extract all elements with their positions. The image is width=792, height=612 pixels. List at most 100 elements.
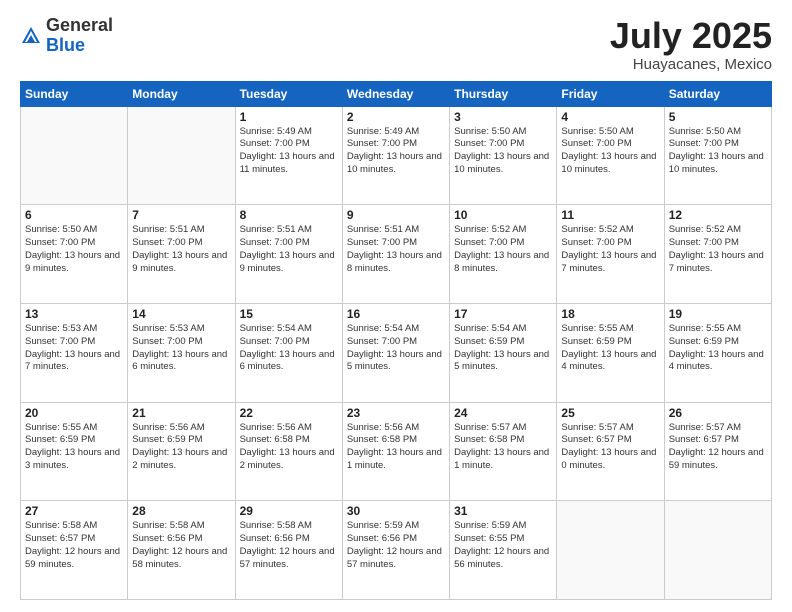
page: General Blue July 2025 Huayacanes, Mexic… [0, 0, 792, 612]
day-number: 2 [347, 110, 445, 124]
calendar-cell: 25Sunrise: 5:57 AM Sunset: 6:57 PM Dayli… [557, 402, 664, 501]
day-number: 6 [25, 208, 123, 222]
calendar-cell: 23 Sunrise: 5:56 AM Sunset: 6:58 PM Dayli… [342, 402, 449, 501]
calendar-week-5: 27 Sunrise: 5:58 AM Sunset: 6:57 PM Dayli… [21, 501, 772, 600]
col-saturday: Saturday [664, 81, 771, 106]
day-info: Sunrise: 5:55 AM Sunset: 6:59 PM Dayligh… [25, 422, 123, 473]
calendar-cell: 29 Sunrise: 5:58 AM Sunset: 6:56 PM Dayli… [235, 501, 342, 600]
day-info: Sunrise: 5:49 AM Sunset: 7:00 PM Dayligh… [240, 126, 338, 177]
calendar-cell: 18 Sunrise: 5:55 AM Sunset: 6:59 PM Dayli… [557, 303, 664, 402]
day-info: Sunrise: 5:52 AM Sunset: 7:00 PM Dayligh… [669, 224, 767, 275]
logo-icon [20, 25, 42, 47]
calendar-cell: 31 Sunrise: 5:59 AM Sunset: 6:55 PM Dayli… [450, 501, 557, 600]
day-info: Sunrise: 5:51 AM Sunset: 7:00 PM Dayligh… [347, 224, 445, 275]
calendar-cell: 5Sunrise: 5:50 AM Sunset: 7:00 PM Daylig… [664, 106, 771, 205]
calendar-cell: 9 Sunrise: 5:51 AM Sunset: 7:00 PM Daylig… [342, 205, 449, 304]
month-title: July 2025 [610, 16, 772, 56]
calendar-header-row: Sunday Monday Tuesday Wednesday Thursday… [21, 81, 772, 106]
day-info: Sunrise: 5:56 AM Sunset: 6:59 PM Dayligh… [132, 422, 230, 473]
calendar-cell: 11Sunrise: 5:52 AM Sunset: 7:00 PM Dayli… [557, 205, 664, 304]
calendar-cell: 24 Sunrise: 5:57 AM Sunset: 6:58 PM Dayli… [450, 402, 557, 501]
calendar-cell: 15 Sunrise: 5:54 AM Sunset: 7:00 PM Dayli… [235, 303, 342, 402]
calendar-cell: 20Sunrise: 5:55 AM Sunset: 6:59 PM Dayli… [21, 402, 128, 501]
day-info: Sunrise: 5:59 AM Sunset: 6:55 PM Dayligh… [454, 520, 552, 571]
day-number: 26 [669, 406, 767, 420]
day-info: Sunrise: 5:50 AM Sunset: 7:00 PM Dayligh… [454, 126, 552, 177]
day-number: 31 [454, 504, 552, 518]
day-info: Sunrise: 5:57 AM Sunset: 6:57 PM Dayligh… [669, 422, 767, 473]
calendar-cell [21, 106, 128, 205]
day-number: 10 [454, 208, 552, 222]
calendar-cell: 27 Sunrise: 5:58 AM Sunset: 6:57 PM Dayli… [21, 501, 128, 600]
calendar-cell: 4 Sunrise: 5:50 AM Sunset: 7:00 PM Daylig… [557, 106, 664, 205]
col-tuesday: Tuesday [235, 81, 342, 106]
day-info: Sunrise: 5:58 AM Sunset: 6:56 PM Dayligh… [240, 520, 338, 571]
calendar-table: Sunday Monday Tuesday Wednesday Thursday… [20, 81, 772, 600]
day-info: Sunrise: 5:50 AM Sunset: 7:00 PM Dayligh… [561, 126, 659, 177]
calendar-cell: 28 Sunrise: 5:58 AM Sunset: 6:56 PM Dayli… [128, 501, 235, 600]
calendar-week-3: 13 Sunrise: 5:53 AM Sunset: 7:00 PM Dayli… [21, 303, 772, 402]
day-info: Sunrise: 5:55 AM Sunset: 6:59 PM Dayligh… [561, 323, 659, 374]
day-number: 23 [347, 406, 445, 420]
day-number: 30 [347, 504, 445, 518]
calendar-cell: 22 Sunrise: 5:56 AM Sunset: 6:58 PM Dayli… [235, 402, 342, 501]
day-info: Sunrise: 5:51 AM Sunset: 7:00 PM Dayligh… [240, 224, 338, 275]
day-number: 14 [132, 307, 230, 321]
calendar-cell: 6Sunrise: 5:50 AM Sunset: 7:00 PM Daylig… [21, 205, 128, 304]
calendar-cell [128, 106, 235, 205]
day-number: 29 [240, 504, 338, 518]
col-monday: Monday [128, 81, 235, 106]
day-number: 15 [240, 307, 338, 321]
day-number: 28 [132, 504, 230, 518]
day-info: Sunrise: 5:58 AM Sunset: 6:57 PM Dayligh… [25, 520, 123, 571]
day-number: 21 [132, 406, 230, 420]
header: General Blue July 2025 Huayacanes, Mexic… [20, 16, 772, 73]
day-info: Sunrise: 5:54 AM Sunset: 7:00 PM Dayligh… [347, 323, 445, 374]
day-number: 16 [347, 307, 445, 321]
col-thursday: Thursday [450, 81, 557, 106]
day-info: Sunrise: 5:55 AM Sunset: 6:59 PM Dayligh… [669, 323, 767, 374]
col-sunday: Sunday [21, 81, 128, 106]
calendar-cell: 3Sunrise: 5:50 AM Sunset: 7:00 PM Daylig… [450, 106, 557, 205]
calendar-cell: 14 Sunrise: 5:53 AM Sunset: 7:00 PM Dayli… [128, 303, 235, 402]
calendar-cell: 12 Sunrise: 5:52 AM Sunset: 7:00 PM Dayli… [664, 205, 771, 304]
calendar-week-1: 1 Sunrise: 5:49 AM Sunset: 7:00 PM Daylig… [21, 106, 772, 205]
day-number: 19 [669, 307, 767, 321]
day-number: 17 [454, 307, 552, 321]
calendar-cell: 21 Sunrise: 5:56 AM Sunset: 6:59 PM Dayli… [128, 402, 235, 501]
day-number: 27 [25, 504, 123, 518]
day-info: Sunrise: 5:53 AM Sunset: 7:00 PM Dayligh… [132, 323, 230, 374]
logo-blue: Blue [46, 35, 85, 55]
logo-text: General Blue [46, 16, 113, 56]
day-number: 1 [240, 110, 338, 124]
day-number: 9 [347, 208, 445, 222]
calendar-cell: 10 Sunrise: 5:52 AM Sunset: 7:00 PM Dayli… [450, 205, 557, 304]
day-info: Sunrise: 5:54 AM Sunset: 7:00 PM Dayligh… [240, 323, 338, 374]
day-number: 12 [669, 208, 767, 222]
day-info: Sunrise: 5:52 AM Sunset: 7:00 PM Dayligh… [561, 224, 659, 275]
day-info: Sunrise: 5:52 AM Sunset: 7:00 PM Dayligh… [454, 224, 552, 275]
calendar-week-2: 6Sunrise: 5:50 AM Sunset: 7:00 PM Daylig… [21, 205, 772, 304]
day-info: Sunrise: 5:56 AM Sunset: 6:58 PM Dayligh… [240, 422, 338, 473]
day-info: Sunrise: 5:53 AM Sunset: 7:00 PM Dayligh… [25, 323, 123, 374]
title-block: July 2025 Huayacanes, Mexico [610, 16, 772, 73]
calendar-cell [557, 501, 664, 600]
logo-general: General [46, 15, 113, 35]
calendar-cell: 26 Sunrise: 5:57 AM Sunset: 6:57 PM Dayli… [664, 402, 771, 501]
day-number: 24 [454, 406, 552, 420]
day-number: 8 [240, 208, 338, 222]
day-info: Sunrise: 5:57 AM Sunset: 6:58 PM Dayligh… [454, 422, 552, 473]
day-info: Sunrise: 5:57 AM Sunset: 6:57 PM Dayligh… [561, 422, 659, 473]
day-number: 13 [25, 307, 123, 321]
day-number: 4 [561, 110, 659, 124]
day-info: Sunrise: 5:58 AM Sunset: 6:56 PM Dayligh… [132, 520, 230, 571]
day-info: Sunrise: 5:51 AM Sunset: 7:00 PM Dayligh… [132, 224, 230, 275]
day-info: Sunrise: 5:50 AM Sunset: 7:00 PM Dayligh… [669, 126, 767, 177]
day-number: 22 [240, 406, 338, 420]
calendar-cell: 7Sunrise: 5:51 AM Sunset: 7:00 PM Daylig… [128, 205, 235, 304]
day-info: Sunrise: 5:56 AM Sunset: 6:58 PM Dayligh… [347, 422, 445, 473]
day-number: 18 [561, 307, 659, 321]
calendar-cell: 1 Sunrise: 5:49 AM Sunset: 7:00 PM Daylig… [235, 106, 342, 205]
calendar-cell: 19 Sunrise: 5:55 AM Sunset: 6:59 PM Dayli… [664, 303, 771, 402]
day-info: Sunrise: 5:54 AM Sunset: 6:59 PM Dayligh… [454, 323, 552, 374]
